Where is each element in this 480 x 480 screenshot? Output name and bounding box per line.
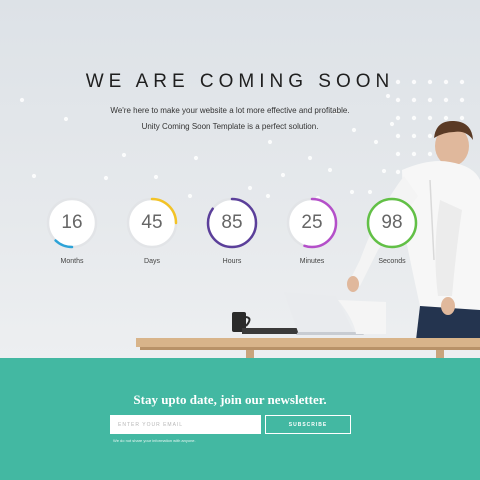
countdown-value: 25: [301, 212, 323, 233]
subscribe-button[interactable]: SUBSCRIBE: [265, 415, 351, 434]
countdown-label: Hours: [222, 258, 242, 265]
email-input[interactable]: [110, 415, 261, 434]
decor-dot: [411, 97, 417, 103]
hero-section: WE ARE COMING SOON We're here to make yo…: [0, 0, 480, 358]
decor-dot: [443, 97, 449, 103]
countdown-days: 45 Days: [125, 196, 179, 265]
countdown-minutes: 25 Minutes: [285, 196, 339, 265]
decor-dot: [385, 93, 391, 99]
decor-dot: [193, 155, 199, 161]
decor-dot: [307, 155, 313, 161]
countdown-months: 16 Months: [45, 196, 99, 265]
countdown-label: Minutes: [299, 258, 325, 265]
countdown-value: 85: [221, 212, 243, 233]
subtitle-line-1: We're here to make your website a lot mo…: [110, 106, 350, 115]
decor-dot: [187, 193, 193, 199]
newsletter-section: Stay upto date, join our newsletter. SUB…: [0, 358, 480, 480]
countdown-value: 45: [141, 212, 163, 233]
countdown-value: 16: [61, 212, 83, 233]
decor-dot: [427, 97, 433, 103]
decor-dot: [395, 97, 401, 103]
decor-dot: [267, 139, 273, 145]
subtitle-line-2: Unity Coming Soon Template is a perfect …: [141, 122, 319, 131]
countdown-label: Seconds: [378, 258, 406, 265]
decor-dot: [280, 172, 286, 178]
newsletter-title: Stay upto date, join our newsletter.: [133, 392, 327, 407]
decor-dot: [153, 174, 159, 180]
decor-dot: [103, 175, 109, 181]
decor-dot: [459, 97, 465, 103]
countdown-label: Days: [144, 258, 160, 265]
decor-dot: [31, 173, 37, 179]
decor-dot: [247, 185, 253, 191]
decor-dot: [265, 193, 271, 199]
privacy-note: We do not share your information with an…: [113, 438, 196, 443]
countdown-hours: 85 Hours: [205, 196, 259, 265]
countdown-seconds: 98 Seconds: [365, 196, 419, 265]
laptop-and-mug: [232, 292, 386, 335]
page-title: WE ARE COMING SOON: [85, 71, 395, 92]
decor-dot: [19, 97, 25, 103]
countdown-value: 98: [381, 212, 403, 233]
decor-dot: [121, 152, 127, 158]
countdown-label: Months: [60, 258, 84, 265]
